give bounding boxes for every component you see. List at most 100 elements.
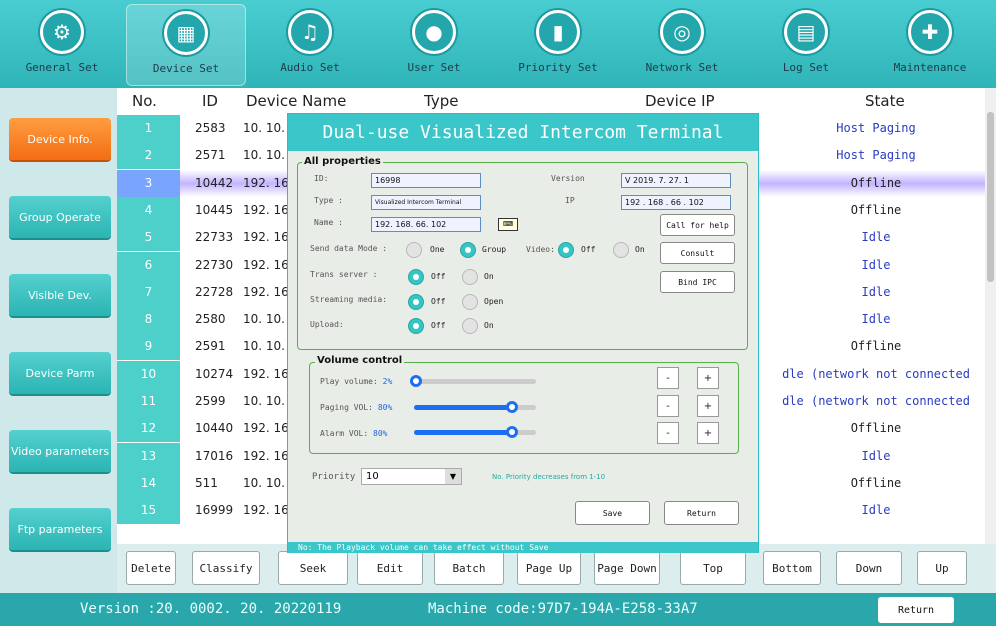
- row-number: 6: [117, 251, 180, 279]
- upload-on-radio[interactable]: [462, 318, 478, 334]
- row-number: 14: [117, 469, 180, 497]
- alarm-volume-value: 80%: [373, 429, 388, 438]
- send-group-radio[interactable]: [460, 242, 476, 258]
- row-state: Idle: [861, 448, 891, 463]
- video-on-radio[interactable]: [613, 242, 629, 258]
- play-volume-slider[interactable]: [410, 375, 536, 387]
- priority-value: 10: [366, 471, 379, 482]
- bars-icon: ▮: [536, 10, 580, 54]
- id-field[interactable]: 16998: [371, 173, 481, 188]
- up-button[interactable]: Up: [917, 551, 967, 585]
- down-button[interactable]: Down: [836, 551, 902, 585]
- tab-audio-set[interactable]: ♫ Audio Set: [250, 4, 370, 86]
- paging-volume-knob[interactable]: [505, 401, 518, 413]
- row-ip: 192. 16: [243, 230, 289, 245]
- tab-maintenance[interactable]: ✚ Maintenance: [870, 4, 990, 86]
- row-id: 17016: [195, 448, 234, 463]
- page-up-button[interactable]: Page Up: [517, 551, 581, 585]
- footer: Version :20. 0002. 20. 20220119 Machine …: [0, 593, 996, 626]
- row-number: 8: [117, 306, 180, 334]
- ip-field[interactable]: 192 . 168 . 66 . 102: [621, 195, 731, 210]
- alarm-volume-knob[interactable]: [505, 426, 518, 438]
- top-button[interactable]: Top: [680, 551, 746, 585]
- trans-off-radio[interactable]: [408, 269, 424, 285]
- tab-priority-set[interactable]: ▮ Priority Set: [498, 4, 618, 86]
- row-ip: 192. 16: [243, 366, 289, 381]
- play-volume-plus-button[interactable]: +: [697, 367, 719, 389]
- upload-off-radio[interactable]: [408, 318, 424, 334]
- tab-log-set[interactable]: ▤ Log Set: [746, 4, 866, 86]
- version-field[interactable]: V 2019. 7. 27. 1: [621, 173, 731, 188]
- sidebar-item-video-parameters[interactable]: Video parameters: [9, 430, 111, 472]
- sidebar-item-group-operate[interactable]: Group Operate: [9, 196, 111, 238]
- row-number: 4: [117, 196, 180, 224]
- consult-button[interactable]: Consult: [660, 242, 735, 264]
- keyboard-icon[interactable]: ⌨: [498, 218, 518, 231]
- tab-network-set[interactable]: ◎ Network Set: [622, 4, 742, 86]
- bind-ipc-button[interactable]: Bind IPC: [660, 271, 735, 293]
- paging-volume-slider[interactable]: [414, 401, 536, 413]
- send-one-label: One: [430, 245, 445, 254]
- priority-select[interactable]: 10 ▼: [361, 468, 462, 485]
- sidebar-item-visible-dev[interactable]: Visible Dev.: [9, 274, 111, 316]
- row-number: 2: [117, 142, 180, 170]
- paging-volume-plus-button[interactable]: +: [697, 395, 719, 417]
- video-off-radio[interactable]: [558, 242, 574, 258]
- row-id: 22728: [195, 284, 234, 299]
- footer-return-button[interactable]: Return: [878, 597, 954, 623]
- version-text: Version :20. 0002. 20. 20220119: [80, 601, 342, 617]
- tab-label: User Set: [407, 61, 461, 74]
- row-state: Host Paging: [836, 121, 916, 135]
- device-properties-dialog: Dual-use Visualized Intercom Terminal Al…: [287, 113, 759, 553]
- row-number: 7: [117, 278, 180, 306]
- column-header-no[interactable]: No.: [132, 92, 157, 110]
- column-header-id[interactable]: ID: [202, 92, 218, 110]
- send-group-label: Group: [482, 245, 507, 254]
- delete-button[interactable]: Delete: [126, 551, 176, 585]
- upload-label: Upload:: [310, 320, 344, 329]
- row-number: 3: [117, 169, 180, 197]
- row-id: 10445: [195, 202, 234, 217]
- sidebar-item-device-parm[interactable]: Device Parm: [9, 352, 111, 394]
- row-id: 2599: [195, 394, 226, 408]
- column-header-state[interactable]: State: [865, 92, 905, 110]
- tab-user-set[interactable]: ● User Set: [374, 4, 494, 86]
- classify-button[interactable]: Classify: [192, 551, 260, 585]
- bottom-button[interactable]: Bottom: [763, 551, 821, 585]
- tab-general-set[interactable]: ⚙ General Set: [2, 4, 122, 86]
- stream-open-radio[interactable]: [462, 294, 478, 310]
- user-icon: ●: [412, 10, 456, 54]
- save-button[interactable]: Save: [575, 501, 650, 525]
- send-one-radio[interactable]: [406, 242, 422, 258]
- column-header-ip[interactable]: Device IP: [645, 92, 715, 110]
- stream-off-radio[interactable]: [408, 294, 424, 310]
- row-number: 10: [117, 360, 180, 388]
- paging-volume-minus-button[interactable]: -: [657, 395, 679, 417]
- scrollbar-thumb[interactable]: [987, 112, 994, 282]
- alarm-volume-minus-button[interactable]: -: [657, 422, 679, 444]
- row-state: Idle: [861, 312, 891, 327]
- seek-button[interactable]: Seek: [278, 551, 348, 585]
- name-field[interactable]: 192. 168. 66. 102: [371, 217, 481, 232]
- sidebar-item-device-info[interactable]: Device Info.: [9, 118, 111, 160]
- alarm-volume-slider[interactable]: [414, 426, 536, 438]
- column-header-name[interactable]: Device Name: [246, 92, 346, 110]
- return-button[interactable]: Return: [664, 501, 739, 525]
- tab-device-set[interactable]: ▦ Device Set: [126, 4, 246, 86]
- row-ip: 10. 10.: [243, 312, 285, 327]
- batch-button[interactable]: Batch: [434, 551, 504, 585]
- table-scrollbar[interactable]: [985, 88, 996, 544]
- row-state: Offline: [850, 421, 902, 436]
- edit-button[interactable]: Edit: [357, 551, 423, 585]
- call-for-help-button[interactable]: Call for help: [660, 214, 735, 236]
- trans-on-radio[interactable]: [462, 269, 478, 285]
- play-volume-minus-button[interactable]: -: [657, 367, 679, 389]
- sidebar-item-ftp-parameters[interactable]: Ftp parameters: [9, 508, 111, 550]
- column-header-type[interactable]: Type: [424, 92, 458, 110]
- row-id: 2583: [195, 121, 226, 135]
- type-field[interactable]: Visualized Intercom Terminal: [371, 195, 481, 210]
- page-down-button[interactable]: Page Down: [594, 551, 660, 585]
- chevron-down-icon[interactable]: ▼: [445, 469, 461, 484]
- row-ip: 10. 10.: [243, 475, 285, 490]
- alarm-volume-plus-button[interactable]: +: [697, 422, 719, 444]
